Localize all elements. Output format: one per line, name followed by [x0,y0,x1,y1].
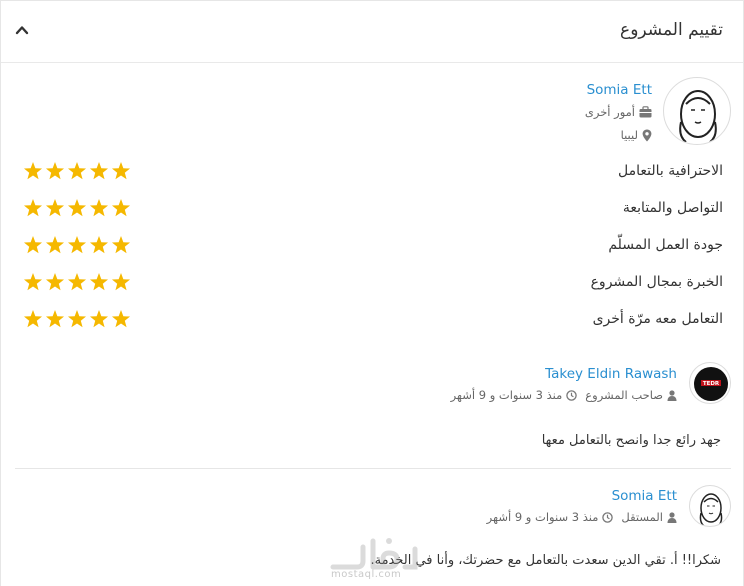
location-text: ليبيا [620,128,638,142]
star-icon [23,310,43,328]
star-icon [45,310,65,328]
star-icon [111,162,131,180]
star-icon [89,199,109,217]
rating-stars [23,162,131,180]
company-logo-icon: TEDR [694,367,728,401]
star-icon [23,236,43,254]
briefcase-icon [639,106,652,118]
svg-text:TEDR: TEDR [703,381,720,387]
freelancer-name[interactable]: Somia Ett [587,82,652,98]
project-rating-panel: تقييم المشروع Somia Ett أمور أخرى ليبيا [0,0,744,586]
freelancer-location: ليبيا [621,128,652,142]
review-text: جهد رائع جدا وانصح بالتعامل معها [541,433,721,448]
star-icon [23,273,43,291]
rating-label: التعامل معه مرّة أخرى [592,311,723,327]
category-text: أمور أخرى [584,105,635,119]
reviewer-role: المستقل [621,510,663,524]
panel-header[interactable]: تقييم المشروع [1,1,743,63]
star-icon [23,162,43,180]
rating-label: الاحترافية بالتعامل [617,163,723,179]
map-marker-icon [642,129,652,141]
chevron-up-icon[interactable] [15,23,29,37]
star-icon [89,273,109,291]
woman-portrait-icon [699,493,723,526]
reviewer-avatar[interactable] [689,485,731,527]
watermark-text: mostaql.com [331,569,402,580]
review-text: شكرا!! أ. تقي الدين سعدت بالتعامل مع حضر… [370,553,721,568]
star-icon [111,199,131,217]
rating-label: جودة العمل المسلّم [608,237,723,253]
review-divider [15,468,731,469]
clock-icon [602,511,614,523]
rating-stars [23,310,131,328]
rating-label: الخبرة بمجال المشروع [590,274,723,290]
star-icon [67,273,87,291]
reviewer-name[interactable]: Takey Eldin Rawash [545,366,677,382]
reviewer-role: صاحب المشروع [585,388,663,402]
freelancer-avatar[interactable] [663,77,731,145]
rating-stars [23,199,131,217]
star-icon [45,236,65,254]
star-icon [89,236,109,254]
rating-stars [23,236,131,254]
star-icon [89,162,109,180]
rating-stars [23,273,131,291]
star-icon [67,310,87,328]
star-icon [89,310,109,328]
star-icon [45,199,65,217]
star-icon [67,162,87,180]
freelancer-category: أمور أخرى [585,105,652,119]
star-icon [23,199,43,217]
review-time: منذ 3 سنوات و 9 أشهر [450,388,563,402]
reviewer-name[interactable]: Somia Ett [612,488,677,504]
star-icon [111,236,131,254]
woman-portrait-icon [679,90,717,143]
panel-title: تقييم المشروع [620,20,723,40]
star-icon [67,199,87,217]
clock-icon [566,389,578,401]
review-meta: المستقل منذ 3 سنوات و 9 أشهر [487,510,677,524]
reviewer-avatar[interactable]: TEDR [689,362,731,404]
star-icon [111,273,131,291]
star-icon [111,310,131,328]
star-icon [45,162,65,180]
review-time: منذ 3 سنوات و 9 أشهر [486,510,599,524]
star-icon [45,273,65,291]
star-icon [67,236,87,254]
review-meta: صاحب المشروع منذ 3 سنوات و 9 أشهر [451,388,677,402]
user-icon [667,389,677,401]
rating-label: التواصل والمتابعة [622,200,723,216]
user-icon [667,511,677,523]
